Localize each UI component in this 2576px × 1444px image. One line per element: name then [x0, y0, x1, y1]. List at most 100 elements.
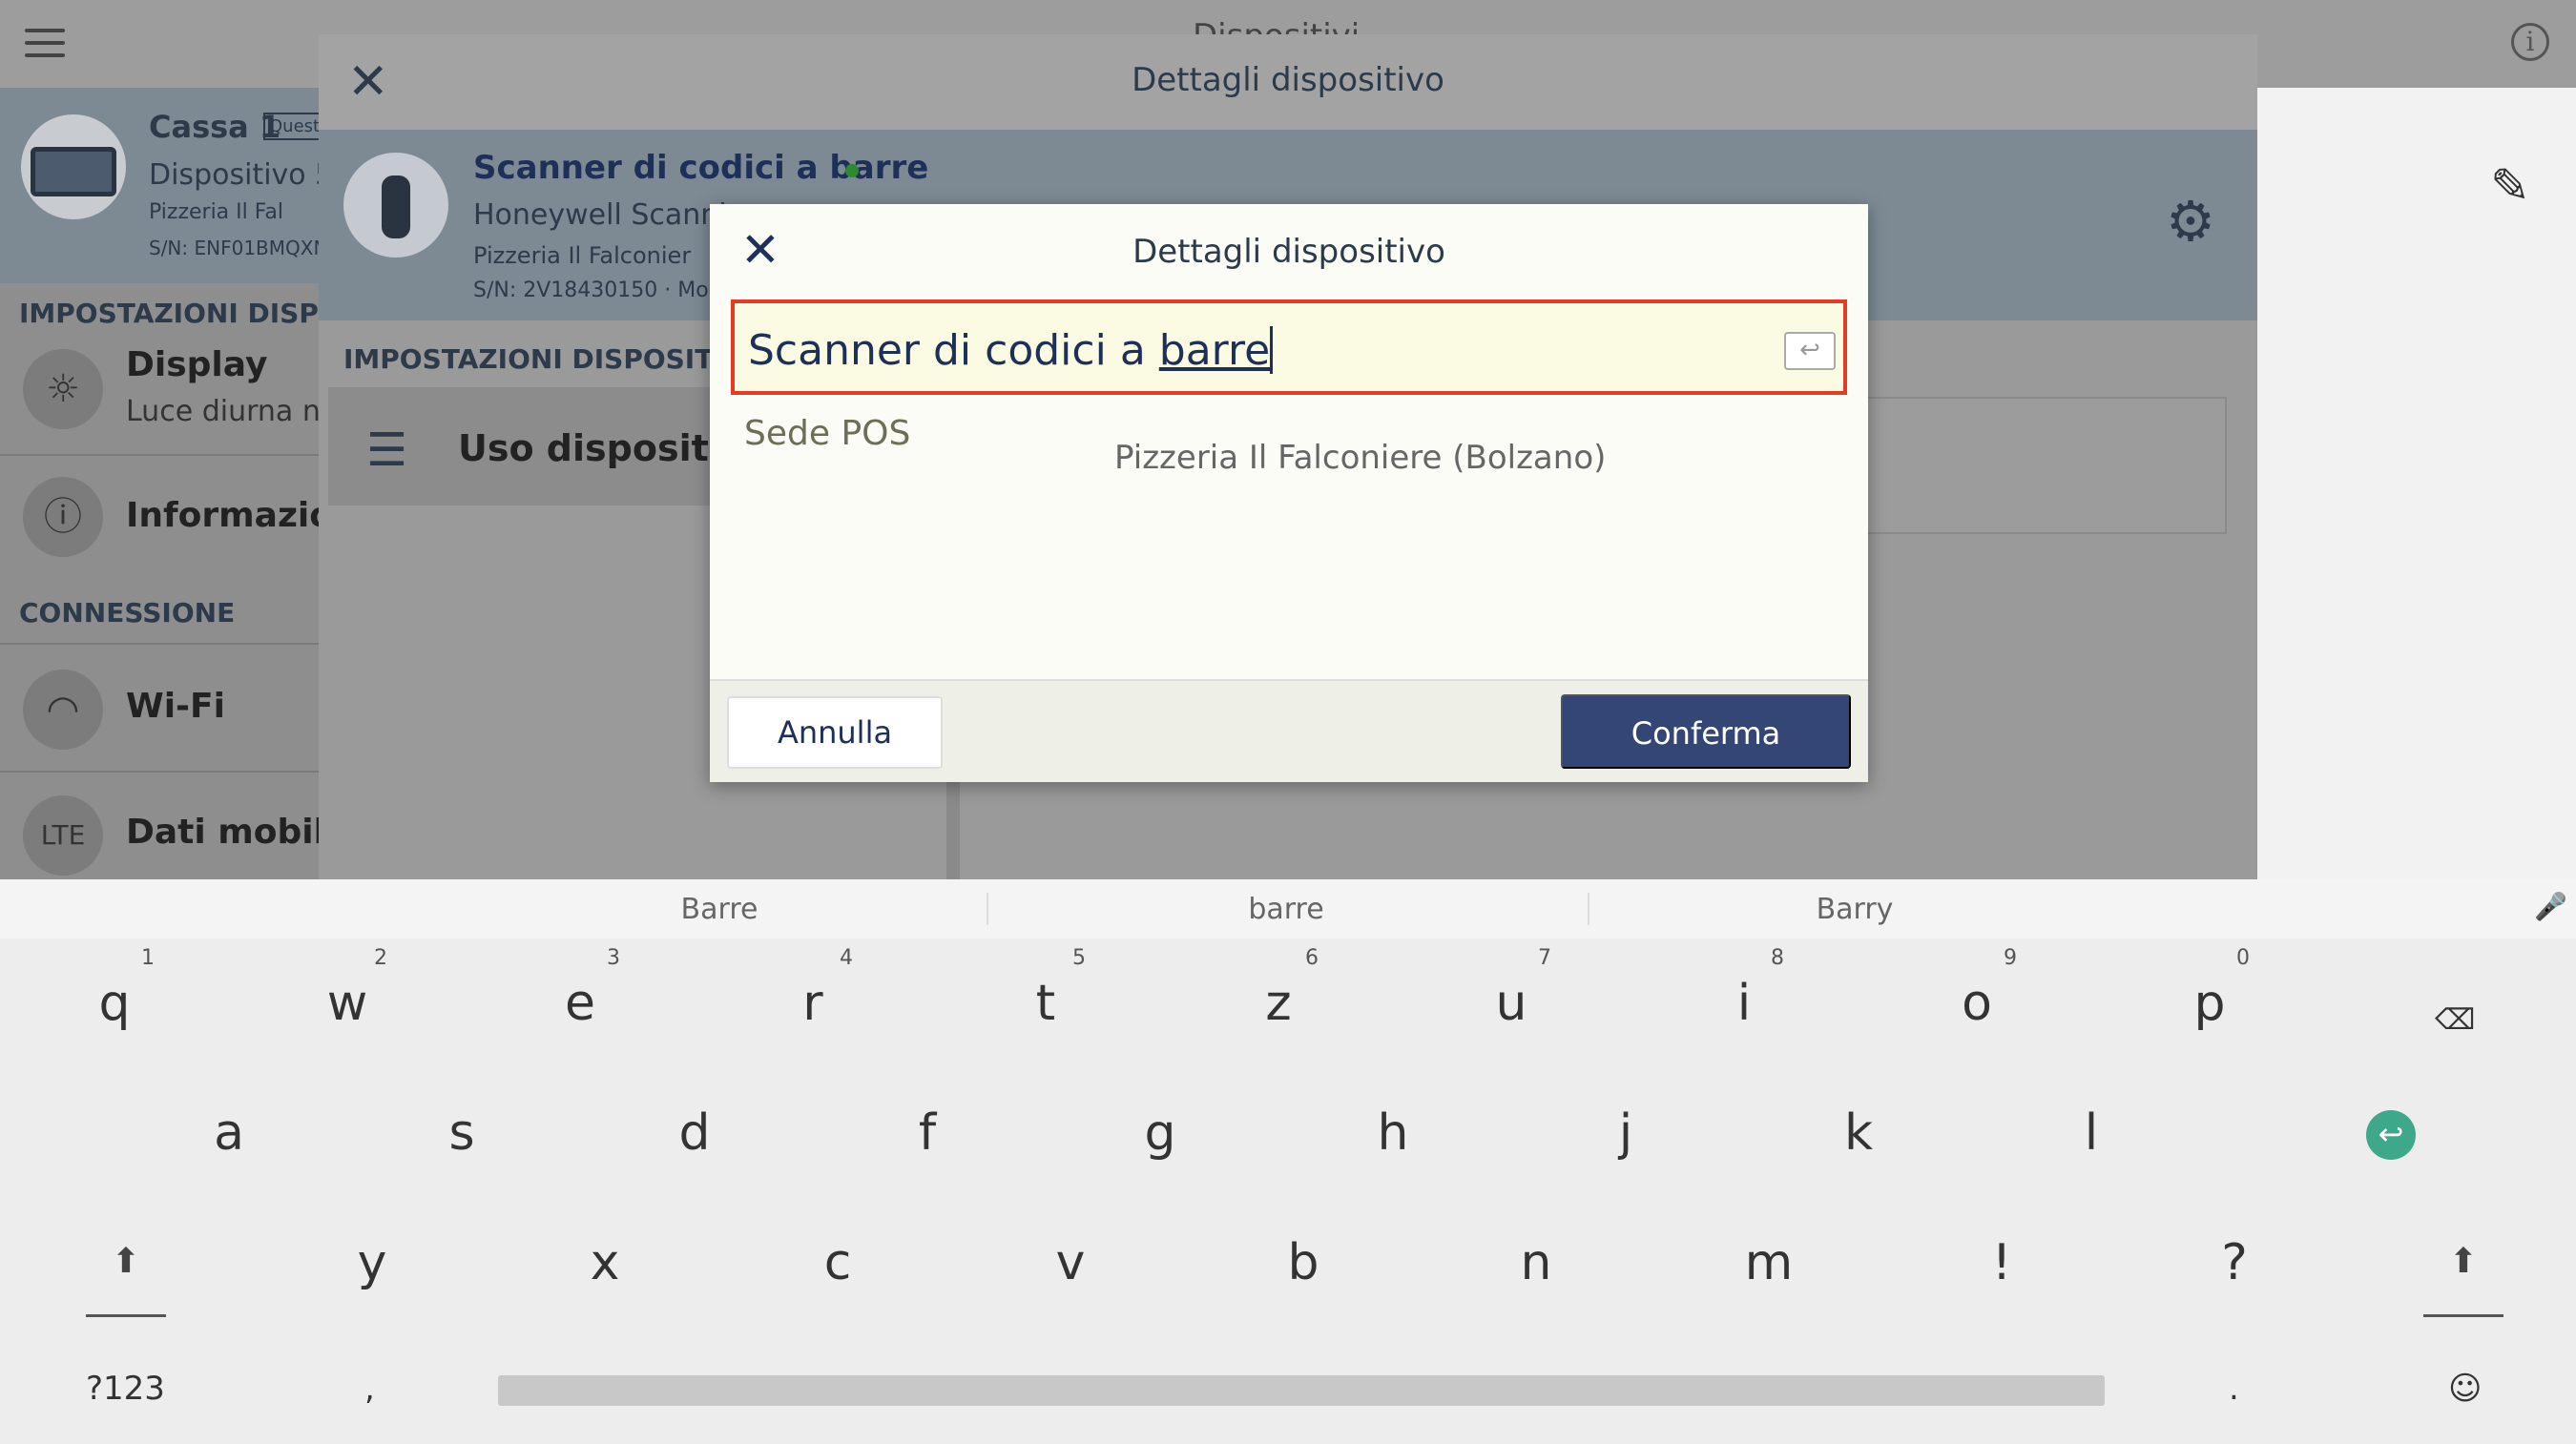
on-screen-keyboard: Barre barre Barry 🎤 q 1 w 2 e 3 r 4 t 5 z 6 u 7 i 8 o 9 p 0… — [0, 879, 2576, 1444]
key-h[interactable]: h — [1336, 1104, 1450, 1162]
key-f[interactable]: f — [870, 1104, 985, 1162]
current-device-header: Cassa 1 Questo Dispositivo 59 Pizzeria I… — [0, 88, 351, 283]
suggestion-bar: Barre barre Barry 🎤 — [0, 879, 2576, 939]
key-v[interactable]: v — [1013, 1234, 1128, 1291]
info-icon: ⓘ — [23, 477, 103, 557]
comma-key[interactable]: , — [364, 1370, 375, 1408]
scanner-location: Pizzeria Il Falconier — [473, 242, 692, 269]
key-t[interactable]: t — [988, 975, 1103, 1032]
device-name-text: Scanner di codici a — [748, 326, 1159, 375]
key-j[interactable]: j — [1568, 1104, 1683, 1162]
shift-left-icon[interactable]: ⬆ — [86, 1242, 166, 1281]
status-dot — [845, 164, 859, 177]
mobile-data-title[interactable]: Dati mobili — [126, 813, 337, 852]
key-hint: 7 — [1538, 946, 1551, 970]
key-w[interactable]: w — [290, 975, 405, 1032]
section-device-settings: IMPOSTAZIONI DISPOSITIVO — [343, 343, 766, 375]
lte-icon: LTE — [23, 795, 103, 876]
screen: Dispositivi i Cassa 1 Questo Dispositivo… — [0, 0, 2576, 1444]
key-hint: 8 — [1771, 946, 1784, 970]
shift-right-icon[interactable]: ⬆ — [2423, 1242, 2503, 1281]
composing-word: barre — [1158, 326, 1271, 375]
key-exclamation[interactable]: ! — [1944, 1234, 2059, 1291]
pencil-icon[interactable]: ✎ — [2490, 158, 2547, 216]
device-name-field[interactable]: Scanner di codici a barre ↩ — [731, 299, 1847, 395]
scanner-serial: S/N: 2V18430150 · Modu — [473, 278, 736, 302]
gear-icon[interactable]: ⚙ — [2166, 193, 2215, 250]
key-g[interactable]: g — [1103, 1104, 1217, 1162]
left-panel: Cassa 1 Questo Dispositivo 59 Pizzeria I… — [0, 88, 361, 879]
shift-indicator — [2423, 1314, 2503, 1317]
divider — [0, 643, 319, 645]
pos-location-value: Pizzeria Il Falconiere (Bolzano) — [1114, 439, 1607, 477]
section-device-settings: IMPOSTAZIONI DISPOS — [19, 298, 361, 329]
key-hint: 9 — [2004, 946, 2017, 970]
dialog-header: ✕ Dettagli dispositivo — [710, 204, 1868, 299]
period-key[interactable]: . — [2229, 1370, 2239, 1408]
device-serial: S/N: ENF01BMQXN — [149, 237, 328, 259]
symbols-key[interactable]: ?123 — [86, 1370, 165, 1408]
device-details-dialog: ✕ Dettagli dispositivo Scanner di codici… — [710, 204, 1868, 782]
emoji-icon[interactable]: ☺ — [2448, 1370, 2482, 1408]
cancel-button[interactable]: Annulla — [727, 696, 943, 769]
device-usage-item[interactable]: ☰ Uso dispositivi — [328, 387, 758, 505]
scanner-name: Scanner di codici a barre — [473, 149, 929, 187]
suggestion-2[interactable]: barre — [1095, 893, 1477, 926]
key-s[interactable]: s — [405, 1104, 519, 1162]
key-hint: 6 — [1305, 946, 1319, 970]
key-y[interactable]: y — [315, 1234, 429, 1291]
key-hint: 4 — [840, 946, 853, 970]
key-a[interactable]: a — [172, 1104, 286, 1162]
suggestion-3[interactable]: Barry — [1664, 893, 2046, 926]
key-o[interactable]: o — [1920, 975, 2034, 1032]
dialog-header: ✕ Dettagli dispositivo — [319, 34, 2257, 130]
backspace-icon[interactable]: ⌫ — [2435, 1003, 2475, 1037]
key-l[interactable]: l — [2034, 1104, 2149, 1162]
key-hint: 1 — [141, 946, 155, 970]
key-b[interactable]: b — [1246, 1234, 1361, 1291]
scanner-icon — [343, 153, 448, 258]
key-q[interactable]: q — [57, 975, 172, 1032]
key-m[interactable]: m — [1712, 1234, 1826, 1291]
key-hint: 2 — [374, 946, 387, 970]
key-i[interactable]: i — [1687, 975, 1801, 1032]
display-title[interactable]: Display — [126, 345, 267, 384]
spacebar[interactable] — [498, 1375, 2105, 1406]
dialog-title: Dettagli dispositivo — [1132, 233, 1445, 271]
enter-key-icon[interactable]: ↩ — [2366, 1110, 2416, 1160]
shift-indicator — [86, 1314, 166, 1317]
list-icon: ☰ — [366, 423, 408, 477]
info-icon[interactable]: i — [2511, 23, 2549, 61]
dialog-title: Dettagli dispositivo — [1132, 61, 1444, 99]
microphone-icon[interactable]: 🎤 — [2534, 891, 2567, 922]
section-connection: CONNESSIONE — [19, 597, 236, 629]
key-question[interactable]: ? — [2177, 1234, 2292, 1291]
key-p[interactable]: p — [2152, 975, 2267, 1032]
divider — [1588, 893, 1589, 925]
dialog-footer: Annulla Conferma — [710, 679, 1868, 782]
pos-location-label: Sede POS — [744, 414, 911, 453]
display-subtitle: Luce diurna no — [126, 395, 339, 428]
key-k[interactable]: k — [1801, 1104, 1916, 1162]
key-c[interactable]: c — [780, 1234, 895, 1291]
key-z[interactable]: z — [1221, 975, 1336, 1032]
text-caret — [1270, 326, 1274, 374]
sun-icon: ☼ — [23, 349, 103, 429]
suggestion-1[interactable]: Barre — [529, 893, 910, 926]
confirm-button[interactable]: Conferma — [1561, 694, 1851, 769]
key-hint: 5 — [1072, 946, 1086, 970]
divider — [987, 893, 988, 925]
key-u[interactable]: u — [1454, 975, 1568, 1032]
key-d[interactable]: d — [637, 1104, 752, 1162]
key-e[interactable]: e — [523, 975, 637, 1032]
key-x[interactable]: x — [548, 1234, 662, 1291]
divider — [0, 771, 319, 773]
key-r[interactable]: r — [756, 975, 870, 1032]
key-n[interactable]: n — [1479, 1234, 1593, 1291]
menu-icon[interactable] — [25, 29, 65, 59]
device-location: Pizzeria Il Fal — [149, 200, 283, 224]
return-icon[interactable]: ↩ — [1784, 332, 1836, 370]
divider — [0, 454, 319, 456]
wifi-title[interactable]: Wi-Fi — [126, 687, 225, 726]
key-hint: 0 — [2236, 946, 2250, 970]
